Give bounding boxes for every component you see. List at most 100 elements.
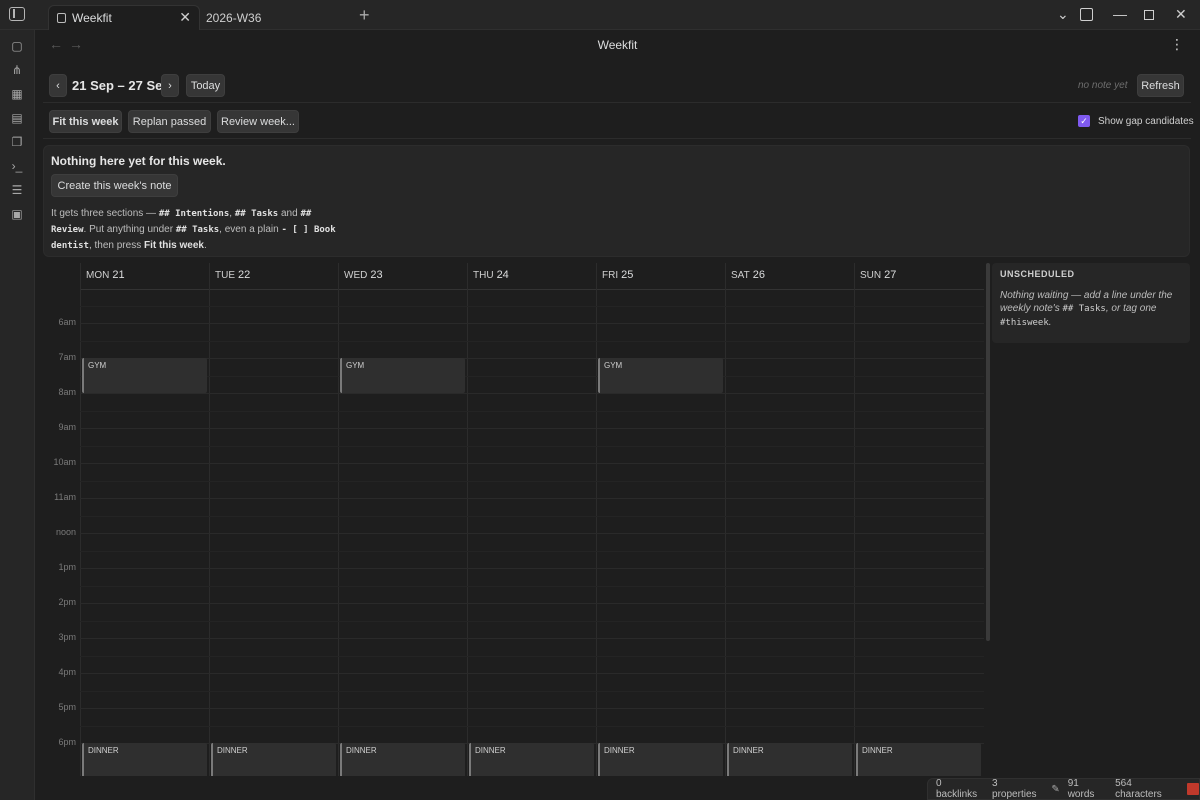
week-calendar: MON 21 TUE 22 WED 23 THU 24 FRI 25 SAT 26 SUN 27 6am 7a…	[43, 263, 984, 776]
card-description: It gets three sections — ## Intentions, …	[51, 208, 336, 251]
half-hour-line	[80, 656, 984, 657]
create-note-button[interactable]: Create this week's note	[51, 174, 178, 197]
hour-label: noon	[55, 527, 76, 537]
sync-status-icon[interactable]	[1187, 783, 1199, 795]
day-number: 26	[752, 269, 765, 281]
show-gap-label: Show gap candidates	[1098, 116, 1194, 127]
graph-icon[interactable]: ⋔	[10, 63, 24, 77]
day-name: SUN	[860, 270, 882, 281]
tab-label: 2026-W36	[206, 10, 262, 25]
week-range: 21 Sep – 27 Sep	[72, 78, 171, 93]
day-column-divider	[725, 263, 726, 776]
half-hour-line	[80, 376, 984, 377]
calendar-icon[interactable]: ▤	[10, 111, 24, 125]
event-gym[interactable]: GYM	[598, 358, 723, 393]
hour-label: 9am	[58, 422, 76, 432]
next-week-button[interactable]: ›	[161, 74, 179, 97]
today-button[interactable]: Today	[186, 74, 225, 97]
hour-label: 5pm	[58, 702, 76, 712]
hour-line	[80, 358, 984, 359]
close-icon[interactable]: ✕	[179, 9, 191, 26]
new-tab-icon[interactable]: +	[359, 5, 370, 26]
fit-this-week-button[interactable]: Fit this week	[49, 110, 122, 133]
hour-line	[80, 603, 984, 604]
half-hour-line	[80, 516, 984, 517]
card-title: Nothing here yet for this week.	[51, 154, 226, 168]
chevron-down-icon[interactable]: ⌄	[1057, 6, 1069, 23]
maximize-icon[interactable]	[1144, 10, 1154, 20]
half-hour-line	[80, 446, 984, 447]
day-header-thu: THU 24	[467, 263, 596, 289]
word-count: 91 words	[1067, 778, 1095, 800]
event-dinner[interactable]: DINNER	[340, 743, 465, 776]
copy-icon[interactable]: ❐	[10, 135, 24, 149]
calendar-doc-icon	[57, 13, 66, 23]
properties-count[interactable]: 3 properties	[992, 778, 1043, 800]
terminal-icon[interactable]: ›_	[10, 159, 24, 173]
calendar-scrollbar[interactable]	[986, 263, 990, 641]
grid-icon[interactable]: ▦	[10, 87, 24, 101]
hour-label: 10am	[53, 457, 76, 467]
show-gap-checkbox[interactable]: ✓	[1078, 115, 1090, 127]
hour-label: 2pm	[58, 597, 76, 607]
list-icon[interactable]: ☰	[10, 183, 24, 197]
day-number: 25	[621, 269, 634, 281]
hour-line	[80, 568, 984, 569]
hour-label: 6pm	[58, 737, 76, 747]
right-sidebar-toggle-icon[interactable]	[1080, 8, 1093, 21]
day-header-tue: TUE 22	[209, 263, 338, 289]
backlinks-count[interactable]: 0 backlinks	[936, 778, 984, 800]
event-dinner[interactable]: DINNER	[856, 743, 981, 776]
day-name: MON	[86, 270, 110, 281]
hour-line	[80, 638, 984, 639]
event-dinner[interactable]: DINNER	[727, 743, 852, 776]
unscheduled-panel: UNSCHEDULED Nothing waiting — add a line…	[992, 263, 1190, 343]
hour-label: 7am	[58, 352, 76, 362]
hour-label: 3pm	[58, 632, 76, 642]
window-close-icon[interactable]: ✕	[1175, 6, 1187, 23]
event-gym[interactable]: GYM	[340, 358, 465, 393]
hour-line	[80, 463, 984, 464]
half-hour-line	[80, 551, 984, 552]
day-name: FRI	[602, 270, 619, 281]
main-pane: ← → Weekfit ⋮ ‹ 21 Sep – 27 Sep › Today …	[35, 30, 1200, 800]
half-hour-line	[80, 691, 984, 692]
view-title: Weekfit	[597, 38, 638, 52]
prev-week-button[interactable]: ‹	[49, 74, 67, 97]
more-options-icon[interactable]: ⋮	[1170, 36, 1184, 53]
tab-weekfit[interactable]: Weekfit ✕	[48, 5, 200, 30]
day-name: WED	[344, 270, 368, 281]
tab-label: Weekfit	[72, 11, 112, 25]
note-status: no note yet	[1078, 80, 1128, 91]
half-hour-line	[80, 481, 984, 482]
char-count: 564 characters	[1115, 778, 1162, 800]
day-number: 23	[370, 269, 383, 281]
refresh-button[interactable]: Refresh	[1137, 74, 1184, 97]
calendar-week-icon[interactable]: ▣	[10, 207, 24, 221]
event-dinner[interactable]: DINNER	[598, 743, 723, 776]
day-header-sun: SUN 27	[854, 263, 983, 289]
day-name: TUE	[215, 270, 235, 281]
event-dinner[interactable]: DINNER	[469, 743, 594, 776]
hour-line	[80, 428, 984, 429]
event-gym[interactable]: GYM	[82, 358, 207, 393]
sidebar-toggle-icon[interactable]	[9, 7, 25, 21]
pencil-icon[interactable]: ✎	[1051, 784, 1059, 795]
half-hour-line	[80, 726, 984, 727]
event-dinner[interactable]: DINNER	[82, 743, 207, 776]
hour-line	[80, 498, 984, 499]
file-icon[interactable]: ▢	[10, 39, 24, 53]
tab-2026-w36[interactable]: 2026-W36	[202, 5, 354, 30]
review-week-button[interactable]: Review week...	[217, 110, 299, 133]
hour-label: 11am	[54, 492, 76, 502]
title-bar: Weekfit ✕ 2026-W36 + ⌄ — ✕	[0, 0, 1200, 30]
day-header-sat: SAT 26	[725, 263, 854, 289]
day-number: 22	[238, 269, 251, 281]
event-dinner[interactable]: DINNER	[211, 743, 336, 776]
minimize-icon[interactable]: —	[1113, 6, 1127, 22]
replan-passed-button[interactable]: Replan passed	[128, 110, 211, 133]
half-hour-line	[80, 341, 984, 342]
view-header: ← → Weekfit ⋮	[35, 30, 1200, 58]
day-column-divider	[338, 263, 339, 776]
half-hour-line	[80, 411, 984, 412]
